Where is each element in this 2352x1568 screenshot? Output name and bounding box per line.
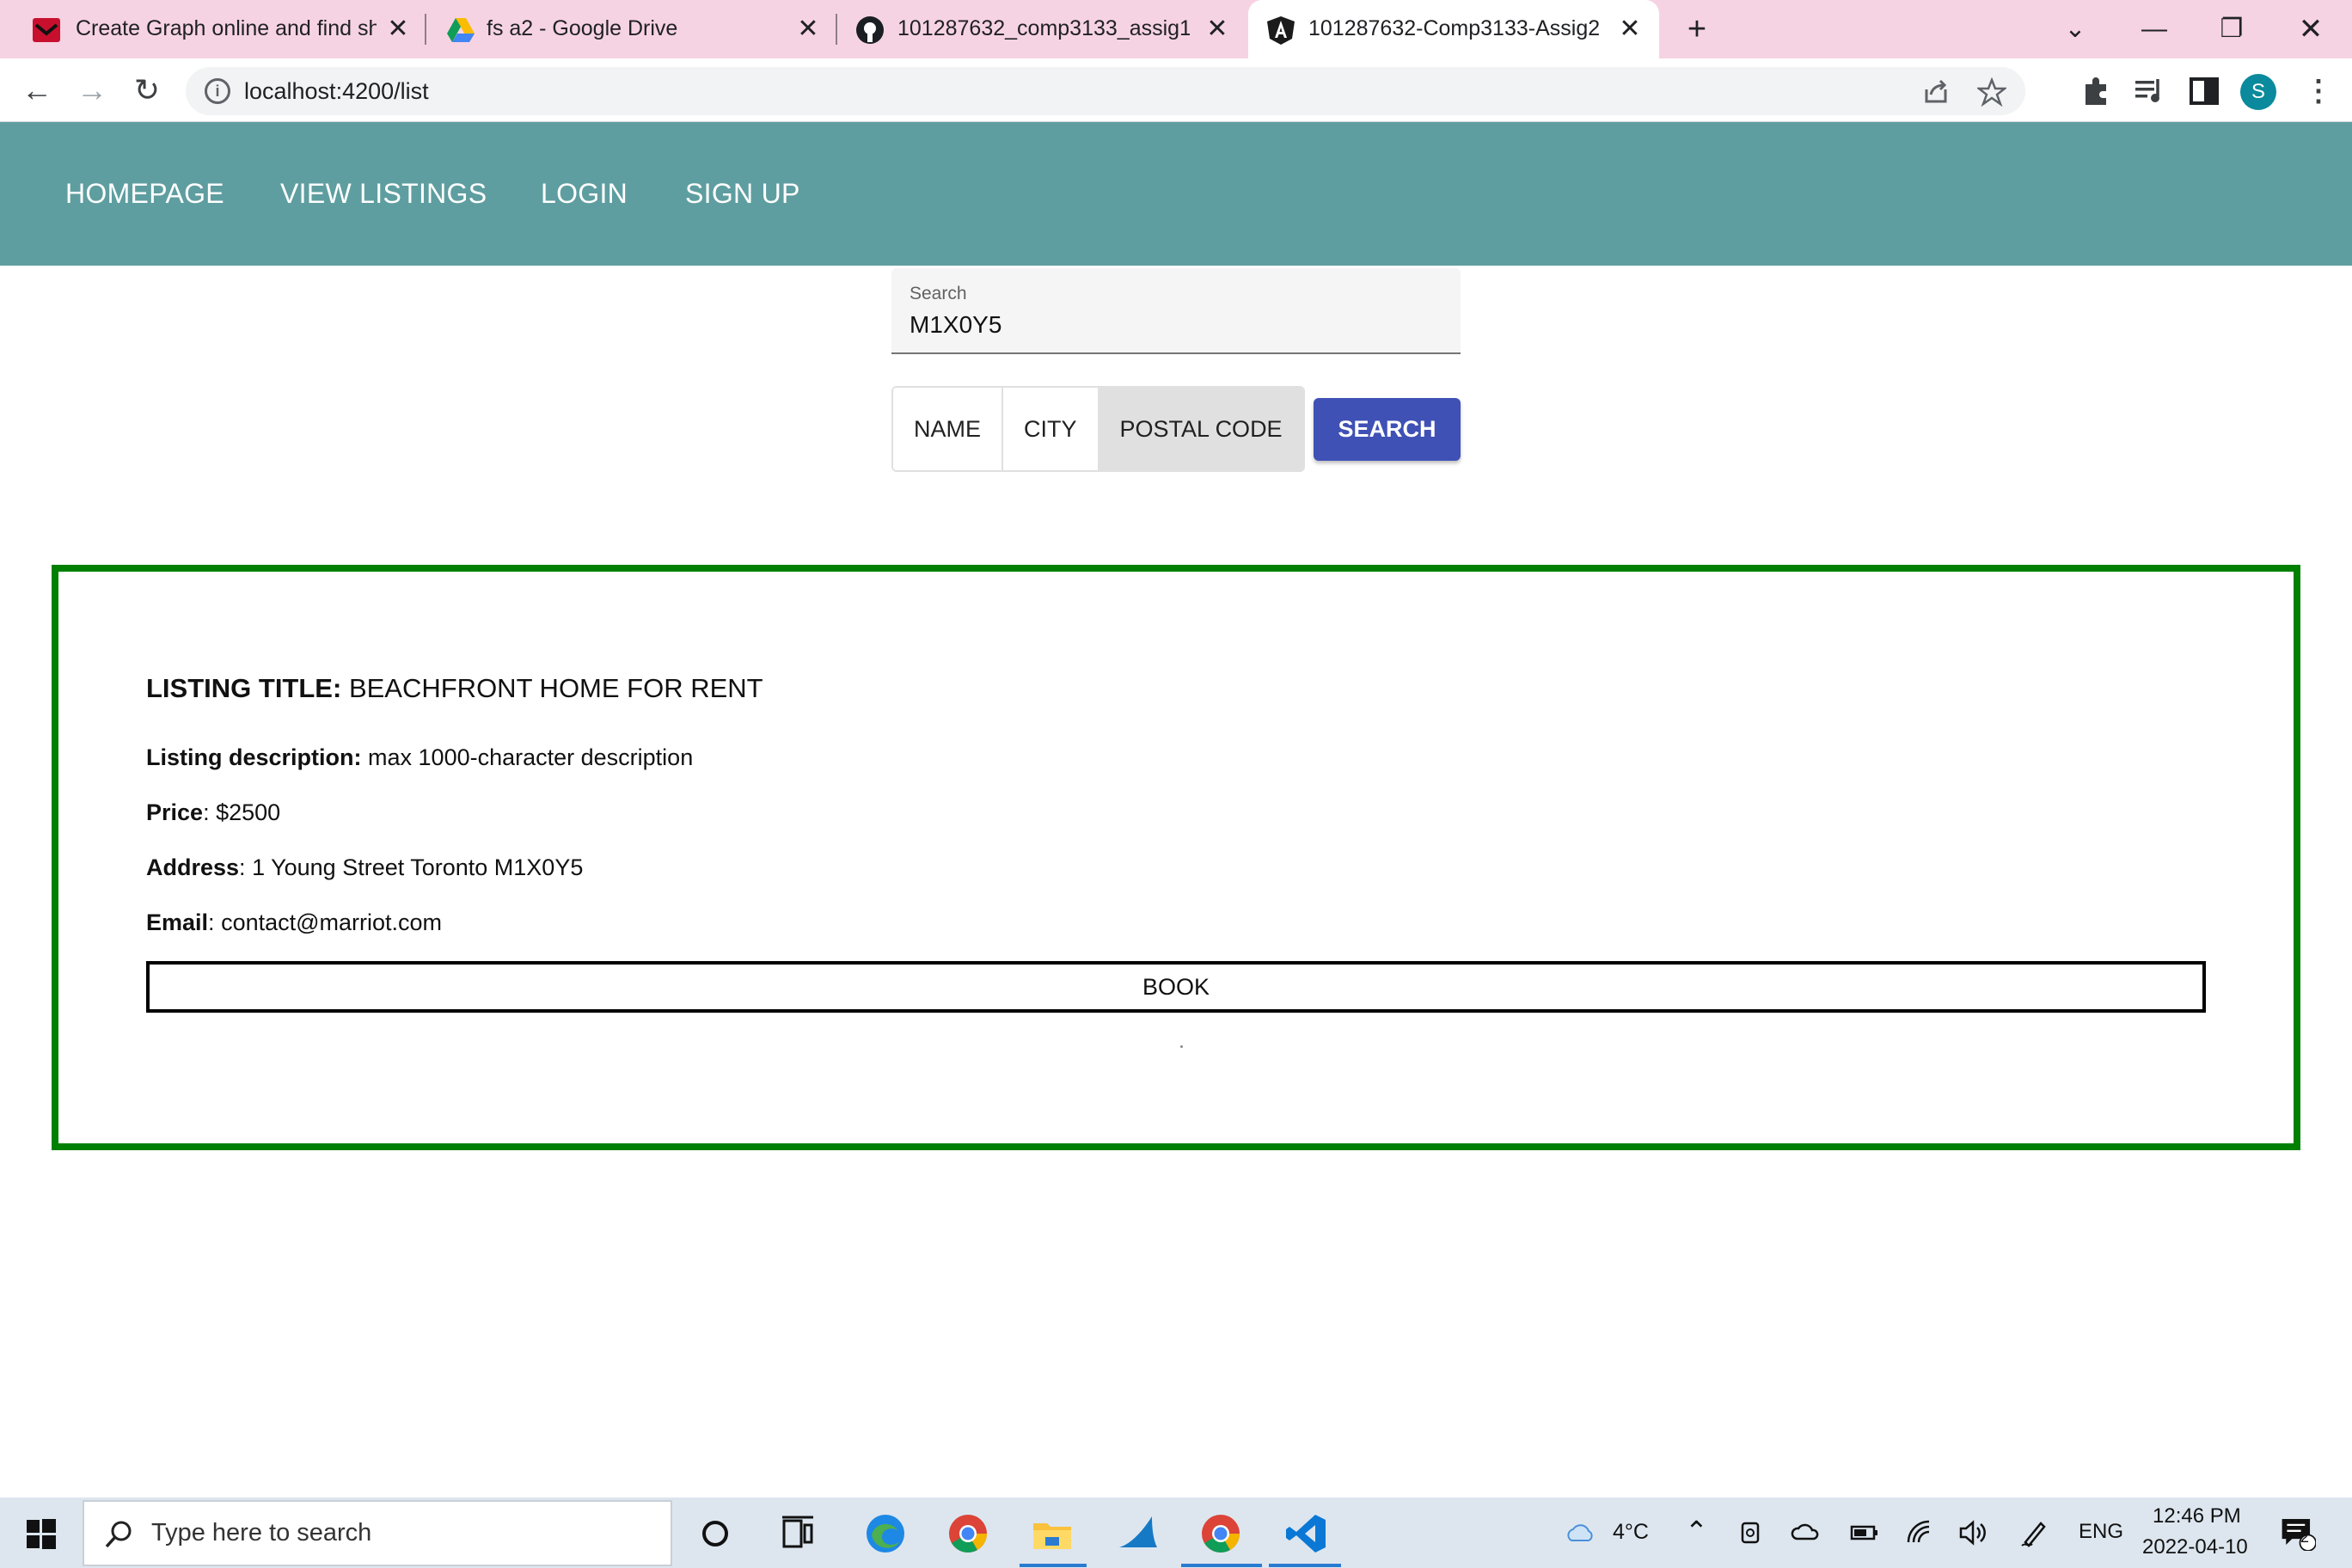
reload-icon[interactable]: ↻: [127, 70, 167, 110]
task-view-icon[interactable]: [774, 1510, 822, 1558]
listing-address-value: 1 Young Street Toronto M1X0Y5: [252, 854, 584, 880]
more-options-icon[interactable]: ⋮: [2304, 74, 2333, 108]
tab-title: 101287632_comp3133_assig1/Sc: [897, 16, 1190, 40]
address-bar[interactable]: i localhost:4200/list: [186, 67, 2025, 115]
clock-date[interactable]: 2022-04-10: [2142, 1535, 2248, 1559]
input-language[interactable]: ENG: [2079, 1520, 2123, 1544]
nav-view-listings-link[interactable]: VIEW LISTINGS: [280, 122, 487, 266]
book-button[interactable]: BOOK: [146, 961, 2206, 1013]
search-input[interactable]: [910, 308, 1442, 342]
wifi-icon[interactable]: [1903, 1516, 1936, 1549]
toggle-city[interactable]: CITY: [1003, 388, 1099, 470]
search-label: Search: [910, 284, 967, 303]
listing-title-row: LISTING TITLE: BEACHFRONT HOME FOR RENT: [146, 673, 763, 704]
browser-toolbar: ← → ↻ i localhost:4200/list S ⋮: [0, 58, 2352, 122]
listing-title-value: BEACHFRONT HOME FOR RENT: [348, 673, 763, 703]
notification-center-icon[interactable]: [2278, 1513, 2316, 1551]
browser-tab-strip: Create Graph online and find sho ✕ fs a2…: [0, 0, 2352, 58]
media-queue-icon[interactable]: [2132, 74, 2166, 108]
chevron-down-icon[interactable]: ⌄: [2055, 9, 2096, 50]
active-app-indicator: [1020, 1564, 1087, 1567]
search-button[interactable]: SEARCH: [1314, 398, 1461, 461]
site-info-icon[interactable]: i: [205, 78, 230, 104]
tab-title: Create Graph online and find sho: [76, 16, 377, 40]
side-panel-icon[interactable]: [2187, 74, 2221, 108]
listing-address-label: Address: [146, 854, 240, 880]
listing-price-value: $2500: [216, 799, 281, 825]
listing-description-value: max 1000-character description: [368, 744, 694, 770]
close-tab-icon[interactable]: ✕: [791, 12, 825, 46]
back-arrow-icon[interactable]: ←: [17, 70, 57, 110]
bookmark-star-icon[interactable]: [1977, 77, 2006, 107]
chevron-up-icon[interactable]: ⌃: [1685, 1515, 1708, 1547]
listing-card: LISTING TITLE: BEACHFRONT HOME FOR RENT …: [52, 565, 2300, 1150]
minimize-icon[interactable]: —: [2134, 9, 2175, 50]
taskbar-search-placeholder[interactable]: Type here to search: [151, 1502, 371, 1565]
clock-time[interactable]: 12:46 PM: [2153, 1504, 2241, 1528]
windows-start-icon[interactable]: [26, 1518, 57, 1549]
search-icon: [105, 1521, 132, 1548]
browser-tab-4-active[interactable]: 101287632-Comp3133-Assig2 ✕: [1248, 0, 1659, 58]
nav-login-link[interactable]: LOGIN: [541, 122, 628, 266]
listing-title-label: LISTING TITLE:: [146, 673, 342, 703]
search-field[interactable]: Search: [891, 268, 1461, 354]
browser-tab-2[interactable]: fs a2 - Google Drive ✕: [428, 0, 832, 58]
angular-icon: [1267, 16, 1295, 45]
tab-title: 101287632-Comp3133-Assig2: [1308, 16, 1601, 40]
nav-homepage-link[interactable]: HOMEPAGE: [65, 122, 224, 266]
share-icon[interactable]: [1922, 77, 1951, 107]
active-app-indicator: [1269, 1564, 1341, 1567]
toggle-name[interactable]: NAME: [893, 388, 1004, 470]
profile-avatar[interactable]: S: [2240, 74, 2276, 110]
volume-icon[interactable]: [1957, 1516, 1989, 1549]
restore-icon[interactable]: ❐: [2211, 9, 2252, 50]
listing-email-label: Email: [146, 910, 209, 935]
wireshark-icon[interactable]: [1114, 1510, 1162, 1558]
new-tab-plus-icon[interactable]: +: [1676, 9, 1718, 50]
nav-signup-link[interactable]: SIGN UP: [685, 122, 800, 266]
browser-tab-3[interactable]: 101287632_comp3133_assig1/Sc ✕: [839, 0, 1243, 58]
red-brand-icon: [33, 18, 60, 42]
battery-icon[interactable]: [1848, 1516, 1881, 1549]
github-icon: [856, 16, 884, 44]
listing-email-row: Email: contact@marriot.com: [146, 910, 443, 935]
listing-description-row: Listing description: max 1000-character …: [146, 744, 693, 771]
windows-taskbar: Type here to search 4°C ⌃ ENG 12:46 PM 2…: [0, 1498, 2352, 1568]
pen-ink-icon[interactable]: [2018, 1516, 2051, 1549]
tab-separator: [836, 14, 837, 45]
chrome-icon[interactable]: [1197, 1510, 1245, 1558]
listing-description-label: Listing description:: [146, 744, 362, 770]
google-drive-icon: [447, 18, 475, 42]
weather-temperature[interactable]: 4°C: [1613, 1520, 1649, 1545]
onedrive-sync-icon[interactable]: [1790, 1516, 1822, 1549]
decorative-dot: [1180, 1045, 1183, 1048]
weather-cloud-icon[interactable]: [1563, 1516, 1596, 1549]
listing-price-label: Price: [146, 799, 204, 825]
app-navbar: HOMEPAGE VIEW LISTINGS LOGIN SIGN UP: [0, 122, 2352, 266]
tab-title: fs a2 - Google Drive: [487, 16, 678, 40]
chrome-icon[interactable]: [944, 1510, 992, 1558]
meet-now-icon[interactable]: [1735, 1516, 1767, 1549]
close-tab-icon[interactable]: ✕: [1613, 12, 1647, 46]
tab-separator: [425, 14, 426, 45]
search-type-toggle-group: NAME CITY POSTAL CODE: [891, 386, 1305, 472]
toggle-postal-code[interactable]: POSTAL CODE: [1099, 388, 1303, 470]
forward-arrow-icon[interactable]: →: [72, 70, 112, 110]
file-explorer-icon[interactable]: [1028, 1510, 1076, 1558]
listing-price-row: Price: $2500: [146, 799, 281, 825]
extensions-puzzle-icon[interactable]: [2079, 74, 2113, 108]
notification-count: 2: [2300, 1528, 2310, 1546]
active-app-indicator: [1181, 1564, 1262, 1567]
cortana-icon[interactable]: [691, 1510, 739, 1558]
close-tab-icon[interactable]: ✕: [1200, 12, 1234, 46]
listing-address-row: Address: 1 Young Street Toronto M1X0Y5: [146, 854, 584, 880]
taskbar-search-box[interactable]: Type here to search: [83, 1500, 672, 1566]
url-text[interactable]: localhost:4200/list: [244, 67, 429, 115]
listing-email-value: contact@marriot.com: [221, 910, 443, 935]
vscode-icon[interactable]: [1283, 1510, 1331, 1558]
browser-tab-1[interactable]: Create Graph online and find sho ✕: [0, 0, 421, 58]
close-tab-icon[interactable]: ✕: [381, 12, 415, 46]
window-close-icon[interactable]: ✕: [2290, 9, 2331, 50]
edge-browser-icon[interactable]: [861, 1510, 910, 1558]
